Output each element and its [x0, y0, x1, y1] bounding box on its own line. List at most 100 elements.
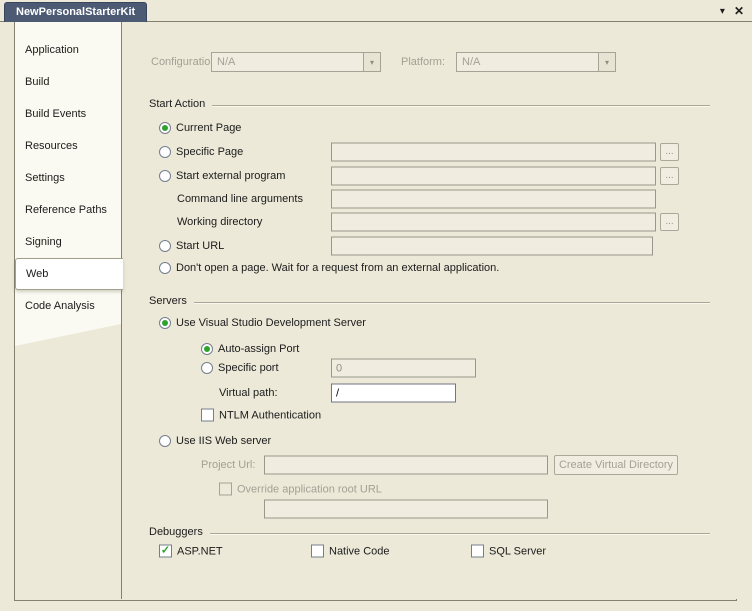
platform-value: N/A [457, 53, 598, 71]
dont-open-page-radio[interactable]: Don't open a page. Wait for a request fr… [159, 262, 499, 274]
specific-page-radio[interactable]: Specific Page [159, 146, 243, 158]
start-external-program-browse-button[interactable]: ... [660, 167, 679, 185]
command-line-arguments-label: Command line arguments [177, 193, 303, 205]
sidebar-item-label: Code Analysis [25, 300, 95, 312]
checkbox-icon [219, 483, 232, 496]
sidebar: Application Build Build Events Resources… [15, 22, 122, 352]
auto-assign-port-row: Auto-assign Port [122, 339, 738, 359]
specific-page-browse-button[interactable]: ... [660, 143, 679, 161]
platform-label: Platform: [401, 56, 445, 68]
sidebar-item-label: Resources [25, 140, 78, 152]
start-action-header: Start Action [149, 98, 205, 110]
use-iis-web-server-radio[interactable]: Use IIS Web server [159, 435, 271, 447]
use-vs-dev-server-radio[interactable]: Use Visual Studio Development Server [159, 317, 366, 329]
sql-server-checkbox[interactable]: SQL Server [471, 545, 546, 558]
start-action-section: Start Action [122, 94, 738, 114]
specific-page-label: Specific Page [176, 146, 243, 158]
start-external-program-row: Start external program ... [122, 166, 738, 186]
sidebar-item-application[interactable]: Application [15, 34, 121, 66]
native-code-checkbox[interactable]: Native Code [311, 545, 390, 558]
sidebar-item-label: Reference Paths [25, 204, 107, 216]
debuggers-header-row: Debuggers [149, 526, 710, 538]
current-page-label: Current Page [176, 122, 241, 134]
start-external-program-input[interactable] [331, 167, 656, 186]
sidebar-item-reference-paths[interactable]: Reference Paths [15, 194, 121, 226]
check-icon: ✓ [159, 545, 172, 558]
sidebar-item-label: Web [26, 268, 48, 280]
current-page-row: Current Page [122, 118, 738, 138]
radio-icon [201, 343, 213, 355]
working-directory-label: Working directory [177, 216, 262, 228]
radio-icon [201, 362, 213, 374]
servers-header: Servers [149, 295, 187, 307]
divider [210, 533, 710, 534]
specific-page-input[interactable] [331, 143, 656, 162]
sidebar-item-label: Settings [25, 172, 65, 184]
command-line-arguments-input[interactable] [331, 190, 656, 209]
chevron-down-glyph: ▾ [370, 58, 374, 67]
start-external-program-label: Start external program [176, 170, 285, 182]
tab-list-chevron-icon[interactable]: ▾ [720, 6, 725, 17]
aspnet-checkbox[interactable]: ✓ ASP.NET [159, 545, 223, 558]
document-tab[interactable]: NewPersonalStarterKit [4, 2, 147, 22]
create-virtual-directory-button[interactable]: Create Virtual Directory [554, 455, 678, 475]
sidebar-item-label: Build [25, 76, 49, 88]
auto-assign-port-label: Auto-assign Port [218, 343, 299, 355]
sidebar-item-build[interactable]: Build [15, 66, 121, 98]
servers-section: Servers [122, 291, 738, 311]
working-directory-browse-button[interactable]: ... [660, 213, 679, 231]
override-root-url-checkbox[interactable]: Override application root URL [219, 483, 382, 496]
dont-open-page-row: Don't open a page. Wait for a request fr… [122, 258, 738, 278]
specific-port-label: Specific port [218, 362, 279, 374]
radio-icon [159, 240, 171, 252]
sidebar-item-resources[interactable]: Resources [15, 130, 121, 162]
divider [194, 302, 710, 303]
override-root-row: Override application root URL [122, 479, 738, 499]
sidebar-item-label: Application [25, 44, 79, 56]
native-code-label: Native Code [329, 545, 390, 557]
working-directory-input[interactable] [331, 213, 656, 232]
override-root-url-input[interactable] [264, 500, 548, 519]
sidebar-item-settings[interactable]: Settings [15, 162, 121, 194]
debuggers-row: ✓ ASP.NET Native Code SQL Server [122, 541, 738, 561]
project-designer: Application Build Build Events Resources… [14, 22, 737, 601]
start-url-radio[interactable]: Start URL [159, 240, 224, 252]
debuggers-section: Debuggers [122, 522, 738, 542]
project-url-row: Project Url: Create Virtual Directory [122, 455, 738, 475]
ntlm-row: NTLM Authentication [122, 405, 738, 425]
specific-port-row: Specific port [122, 358, 738, 378]
platform-select[interactable]: N/A ▾ [456, 52, 616, 72]
override-root-url-label: Override application root URL [237, 483, 382, 495]
project-url-input[interactable] [264, 456, 548, 475]
sidebar-item-web[interactable]: Web [15, 258, 123, 290]
sidebar-item-signing[interactable]: Signing [15, 226, 121, 258]
configuration-select[interactable]: N/A ▾ [211, 52, 381, 72]
tab-strip-controls: ▾ ✕ [720, 4, 744, 18]
project-url-label: Project Url: [201, 459, 255, 471]
virtual-path-label: Virtual path: [219, 387, 278, 399]
use-iis-row: Use IIS Web server [122, 431, 738, 451]
dont-open-page-label: Don't open a page. Wait for a request fr… [176, 262, 499, 274]
specific-page-row: Specific Page ... [122, 142, 738, 162]
start-external-program-radio[interactable]: Start external program [159, 170, 285, 182]
start-url-input[interactable] [331, 237, 653, 256]
ntlm-authentication-label: NTLM Authentication [219, 409, 321, 421]
sidebar-item-code-analysis[interactable]: Code Analysis [15, 290, 121, 322]
start-url-row: Start URL [122, 236, 738, 256]
checkbox-icon [201, 409, 214, 422]
virtual-path-input[interactable] [331, 384, 456, 403]
ntlm-authentication-checkbox[interactable]: NTLM Authentication [201, 409, 321, 422]
auto-assign-port-radio[interactable]: Auto-assign Port [201, 343, 299, 355]
chevron-down-icon: ▾ [598, 53, 615, 71]
chevron-down-icon: ▾ [363, 53, 380, 71]
sidebar-item-label: Signing [25, 236, 62, 248]
debuggers-header: Debuggers [149, 526, 203, 538]
specific-port-input[interactable] [331, 359, 476, 378]
use-iis-web-server-label: Use IIS Web server [176, 435, 271, 447]
use-vs-dev-server-label: Use Visual Studio Development Server [176, 317, 366, 329]
sidebar-item-build-events[interactable]: Build Events [15, 98, 121, 130]
current-page-radio[interactable]: Current Page [159, 122, 241, 134]
divider [212, 105, 710, 106]
specific-port-radio[interactable]: Specific port [201, 362, 279, 374]
close-icon[interactable]: ✕ [734, 4, 744, 18]
